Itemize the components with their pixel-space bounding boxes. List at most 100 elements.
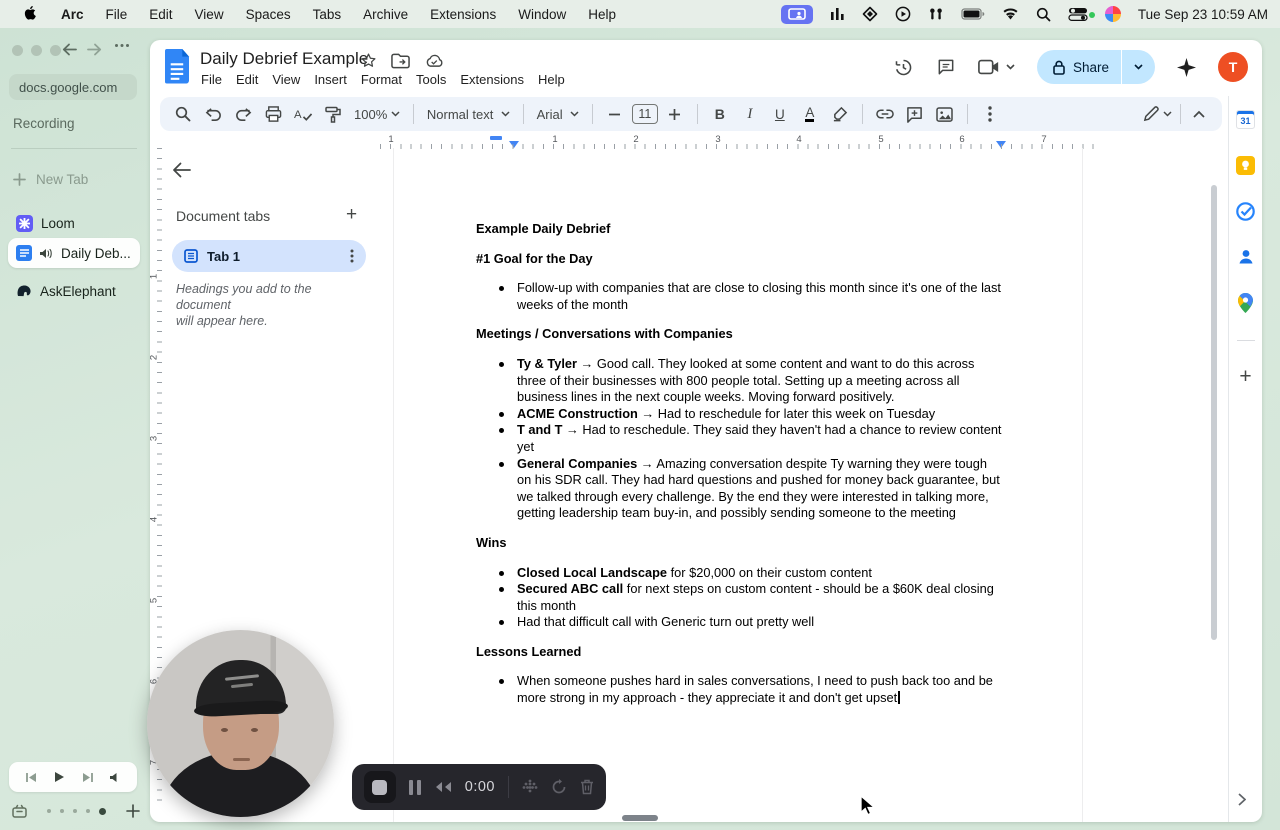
spell-check-icon[interactable]: A <box>290 101 316 127</box>
sidebar-tab-askelephant[interactable]: AskElephant <box>8 276 140 306</box>
add-comment-icon[interactable] <box>902 101 928 127</box>
menu-spaces[interactable]: Spaces <box>235 7 302 22</box>
star-icon[interactable] <box>360 52 377 69</box>
menu-view[interactable]: View <box>184 7 235 22</box>
search-menus-icon[interactable] <box>170 101 196 127</box>
move-to-folder-icon[interactable] <box>391 53 410 69</box>
zoom-select[interactable]: 100% <box>350 101 404 127</box>
horizontal-ruler[interactable]: 1 1 2 3 4 5 6 7 <box>380 134 1094 149</box>
contacts-app-icon[interactable] <box>1237 248 1255 266</box>
docs-menu-edit[interactable]: Edit <box>229 71 265 88</box>
left-indent-marker[interactable] <box>509 141 519 148</box>
document-title[interactable]: Daily Debrief Example <box>200 49 368 69</box>
media-controls[interactable] <box>9 762 137 792</box>
menu-arc[interactable]: Arc <box>50 7 95 22</box>
comments-icon[interactable] <box>936 57 956 77</box>
diamond-app-icon[interactable] <box>862 6 878 22</box>
keep-app-icon[interactable] <box>1236 156 1255 175</box>
google-docs-logo[interactable] <box>164 49 191 85</box>
menu-file[interactable]: File <box>95 7 139 22</box>
sidebar-tab-daily-debrief[interactable]: Daily Deb... <box>8 238 140 268</box>
docs-menu-tools[interactable]: Tools <box>409 71 453 88</box>
space-dot[interactable] <box>47 809 51 813</box>
paint-format-icon[interactable] <box>320 101 346 127</box>
increase-font-size-icon[interactable] <box>662 101 688 127</box>
restart-recording-icon[interactable] <box>551 779 567 795</box>
cloud-saved-icon[interactable] <box>424 54 444 68</box>
right-indent-marker[interactable] <box>996 141 1006 148</box>
print-icon[interactable] <box>260 101 286 127</box>
calendar-app-icon[interactable]: 31 <box>1236 110 1255 129</box>
window-controls[interactable] <box>12 45 61 56</box>
expand-side-panel-icon[interactable] <box>1238 793 1246 806</box>
pause-recording-icon[interactable] <box>408 779 421 795</box>
get-add-ons-icon[interactable]: + <box>1239 366 1251 387</box>
restart-rewind-icon[interactable] <box>434 781 452 793</box>
menu-extensions[interactable]: Extensions <box>419 7 507 22</box>
font-size-input[interactable]: 11 <box>631 104 658 124</box>
share-dropdown-arrow[interactable] <box>1122 64 1155 70</box>
vertical-scrollbar[interactable] <box>1211 185 1217 640</box>
drawing-tools-icon[interactable] <box>522 779 538 795</box>
document-tab-1[interactable]: Tab 1 <box>172 240 366 272</box>
space-dot[interactable] <box>60 809 64 813</box>
menu-help[interactable]: Help <box>577 7 627 22</box>
highlight-color-icon[interactable] <box>827 101 853 127</box>
forward-button[interactable] <box>87 43 102 56</box>
document-page[interactable]: Example Daily Debrief #1 Goal for the Da… <box>393 148 1083 822</box>
tab-options-icon[interactable] <box>350 249 354 263</box>
wifi-icon[interactable] <box>1002 8 1019 21</box>
space-dot[interactable] <box>73 809 77 813</box>
control-center-icon[interactable] <box>1068 7 1095 21</box>
sidebar-more-icon[interactable] <box>114 43 130 48</box>
pin-sparkle-icon[interactable] <box>1177 57 1196 77</box>
play-icon[interactable] <box>54 771 65 783</box>
meet-video-call-button[interactable] <box>978 59 1015 75</box>
decrease-font-size-icon[interactable] <box>602 101 628 127</box>
new-tab-button[interactable]: New Tab <box>13 172 88 187</box>
bold-button[interactable]: B <box>707 101 733 127</box>
account-avatar[interactable]: T <box>1218 52 1248 82</box>
new-space-icon[interactable] <box>126 804 140 818</box>
color-wheel-app-icon[interactable] <box>1104 6 1121 22</box>
apple-menu-icon[interactable] <box>12 6 50 22</box>
maps-app-icon[interactable] <box>1238 293 1253 313</box>
close-window-button[interactable] <box>12 45 23 56</box>
menu-edit[interactable]: Edit <box>138 7 183 22</box>
docs-menu-file[interactable]: File <box>194 71 229 88</box>
sidebar-tab-loom[interactable]: Loom <box>8 208 140 238</box>
docs-menu-help[interactable]: Help <box>531 71 572 88</box>
italic-button[interactable]: I <box>737 101 763 127</box>
tasks-app-icon[interactable] <box>1236 202 1255 221</box>
delete-recording-icon[interactable] <box>580 779 594 795</box>
menu-tabs[interactable]: Tabs <box>302 7 353 22</box>
url-bar[interactable]: docs.google.com <box>9 74 137 100</box>
docs-menu-format[interactable]: Format <box>354 71 409 88</box>
menu-archive[interactable]: Archive <box>352 7 419 22</box>
redo-icon[interactable] <box>230 101 256 127</box>
toolbar-overflow-icon[interactable] <box>977 101 1003 127</box>
spotlight-search-icon[interactable] <box>1036 7 1051 22</box>
font-select[interactable]: Arial <box>533 101 583 127</box>
menu-window[interactable]: Window <box>507 7 577 22</box>
share-button[interactable]: Share <box>1036 50 1155 84</box>
minimize-window-button[interactable] <box>31 45 42 56</box>
battery-icon[interactable] <box>961 8 985 20</box>
previous-track-icon[interactable] <box>25 772 38 783</box>
space-dot[interactable] <box>86 809 90 813</box>
editing-mode-button[interactable] <box>1140 101 1175 127</box>
text-color-button[interactable]: A <box>797 101 823 127</box>
stop-recording-button[interactable] <box>364 771 396 803</box>
paragraph-style-select[interactable]: Normal text <box>423 101 514 127</box>
insert-image-icon[interactable] <box>932 101 958 127</box>
loom-webcam-bubble[interactable] <box>147 630 334 817</box>
screen-recording-indicator-icon[interactable] <box>780 4 813 24</box>
horizontal-scrollbar[interactable] <box>622 815 658 821</box>
undo-icon[interactable] <box>200 101 226 127</box>
zoom-window-button[interactable] <box>50 45 61 56</box>
stats-bars-icon[interactable] <box>830 7 845 21</box>
docs-menu-view[interactable]: View <box>265 71 307 88</box>
library-icon[interactable] <box>12 804 27 818</box>
volume-icon[interactable] <box>110 772 121 783</box>
next-track-icon[interactable] <box>81 772 94 783</box>
